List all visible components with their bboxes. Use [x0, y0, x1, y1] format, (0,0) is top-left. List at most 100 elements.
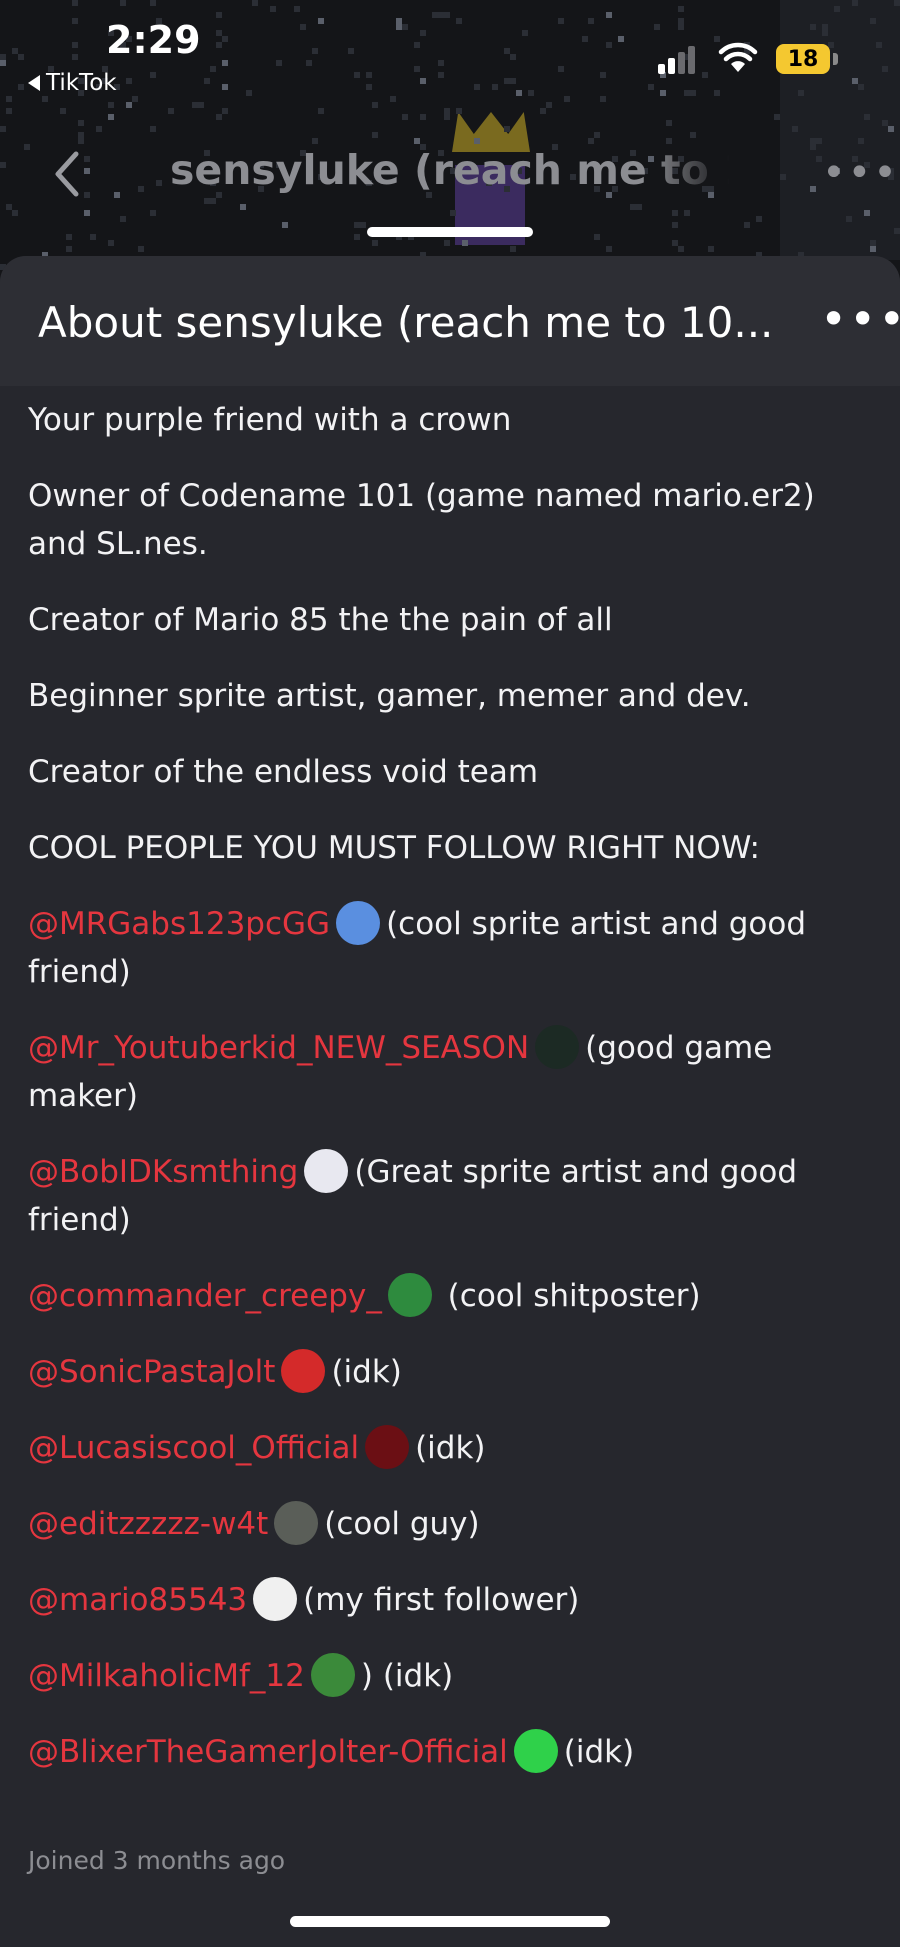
- banner-pixel: [588, 138, 594, 144]
- banner-pixel: [216, 114, 222, 120]
- banner-pixel: [606, 246, 612, 252]
- banner-pixel: [864, 210, 870, 216]
- avatar[interactable]: [253, 1576, 298, 1621]
- avatar[interactable]: [336, 900, 381, 945]
- mention-row: @MilkaholicMf_12 ) (idk): [28, 1652, 878, 1700]
- mention-link[interactable]: @Mr_Youtuberkid_NEW_SEASON: [28, 1030, 529, 1066]
- banner-pixel: [780, 174, 786, 180]
- bio-line: Creator of Mario 85 the the pain of all: [28, 602, 613, 638]
- mention-note: (cool guy): [324, 1506, 480, 1542]
- bio-content: Your purple friend with a crown Owner of…: [28, 396, 878, 1804]
- more-options-icon[interactable]: •••: [820, 292, 900, 346]
- banner-pixel: [150, 210, 156, 216]
- banner-pixel: [864, 114, 870, 120]
- banner-pixel: [870, 240, 876, 246]
- mention-row: @Mr_Youtuberkid_NEW_SEASON (good game mak…: [28, 1024, 878, 1120]
- banner-pixel: [108, 240, 114, 246]
- banner-pixel: [0, 162, 6, 168]
- mention-note: (my first follower): [303, 1582, 580, 1618]
- back-triangle-icon: [28, 75, 40, 91]
- banner-pixel: [420, 114, 426, 120]
- mention-row: @BobIDKsmthing (Great sprite artist and g…: [28, 1148, 878, 1244]
- avatar[interactable]: [304, 1148, 349, 1193]
- avatar[interactable]: [281, 1348, 326, 1393]
- bio-line: COOL PEOPLE YOU MUST FOLLOW RIGHT NOW:: [28, 830, 760, 866]
- banner-pixel: [756, 216, 762, 222]
- banner-pixel: [156, 180, 162, 186]
- banner-pixel: [684, 210, 690, 216]
- banner-pixel: [78, 138, 84, 144]
- banner-pixel: [708, 246, 714, 252]
- banner-pixel: [138, 186, 144, 192]
- mention-row: @Lucasiscool_Official (idk): [28, 1424, 878, 1472]
- mention-note: ) (idk): [360, 1658, 454, 1694]
- bio-line: Owner of Codename 101 (game named mario.…: [28, 478, 815, 562]
- banner-pixel: [744, 222, 750, 228]
- mention-note: (idk): [415, 1430, 486, 1466]
- banner-pixel: [282, 222, 288, 228]
- status-bar: 2:29 TikTok 18: [0, 0, 900, 110]
- banner-pixel: [510, 246, 516, 252]
- avatar[interactable]: [365, 1424, 410, 1469]
- home-indicator[interactable]: [290, 1916, 610, 1927]
- banner-pixel: [78, 132, 84, 138]
- bio-line: Creator of the endless void team: [28, 754, 539, 790]
- avatar[interactable]: [535, 1024, 580, 1069]
- banner-pixel: [774, 114, 780, 120]
- mention-link[interactable]: @BobIDKsmthing: [28, 1154, 298, 1190]
- banner-pixel: [120, 216, 126, 222]
- battery-icon: 18: [776, 44, 830, 74]
- nav-title: sensyluke (reach me to 10(: [170, 146, 730, 194]
- joined-date: Joined 3 months ago: [28, 1846, 286, 1875]
- banner-pixel: [870, 246, 876, 252]
- banner-pixel: [450, 210, 456, 216]
- mention-note: (idk): [563, 1734, 635, 1770]
- cellular-signal-icon: [658, 46, 698, 74]
- banner-pixel: [138, 246, 144, 252]
- banner-pixel: [810, 144, 816, 150]
- banner-pixel: [444, 240, 450, 246]
- mention-link[interactable]: @MRGabs123pcGG: [28, 906, 330, 942]
- mention-note: (cool shitposter): [437, 1278, 701, 1314]
- banner-pixel: [690, 132, 696, 138]
- banner-pixel: [474, 138, 480, 144]
- banner-pixel: [66, 246, 72, 252]
- banner-pixel: [84, 210, 90, 216]
- banner-pixel: [12, 210, 18, 216]
- banner-pixel: [504, 126, 510, 132]
- banner-pixel: [96, 126, 102, 132]
- banner-pixel: [402, 114, 408, 120]
- avatar[interactable]: [274, 1500, 319, 1545]
- banner-pixel: [666, 120, 672, 126]
- nav-more-icon[interactable]: •••: [822, 150, 899, 196]
- back-chevron-icon[interactable]: [48, 150, 88, 198]
- mention-link[interactable]: @commander_creepy_: [28, 1278, 382, 1314]
- mention-link[interactable]: @editzzzzz-w4t: [28, 1506, 268, 1542]
- bio-line: Your purple friend with a crown: [28, 402, 512, 438]
- mention-row: @SonicPastaJolt (idk): [28, 1348, 878, 1396]
- banner-pixel: [0, 126, 6, 132]
- banner-pixel: [846, 216, 852, 222]
- banner-pixel: [204, 198, 210, 204]
- banner-pixel: [114, 192, 120, 198]
- back-to-app-link[interactable]: TikTok: [28, 70, 117, 96]
- mention-link[interactable]: @SonicPastaJolt: [28, 1354, 275, 1390]
- bio-line: Beginner sprite artist, gamer, memer and…: [28, 678, 751, 714]
- mention-row: @editzzzzz-w4t (cool guy): [28, 1500, 878, 1548]
- sheet-drag-handle[interactable]: [367, 227, 533, 237]
- banner-pixel: [636, 204, 642, 210]
- mention-row: @BlixerTheGamerJolter-Official (idk): [28, 1728, 878, 1776]
- avatar[interactable]: [513, 1728, 558, 1773]
- mention-link[interactable]: @BlixerTheGamerJolter-Official: [28, 1734, 508, 1770]
- avatar[interactable]: [387, 1272, 432, 1317]
- mention-link[interactable]: @Lucasiscool_Official: [28, 1430, 359, 1466]
- mention-link[interactable]: @mario85543: [28, 1582, 247, 1618]
- banner-pixel: [150, 126, 156, 132]
- mention-row: @commander_creepy_ (cool shitposter): [28, 1272, 878, 1320]
- mention-row: @mario85543 (my first follower): [28, 1576, 878, 1624]
- battery-level: 18: [787, 46, 819, 72]
- mention-note: (idk): [331, 1354, 402, 1390]
- avatar[interactable]: [310, 1652, 355, 1697]
- sheet-title: About sensyluke (reach me to 10...: [38, 298, 774, 347]
- mention-link[interactable]: @MilkaholicMf_12: [28, 1658, 305, 1694]
